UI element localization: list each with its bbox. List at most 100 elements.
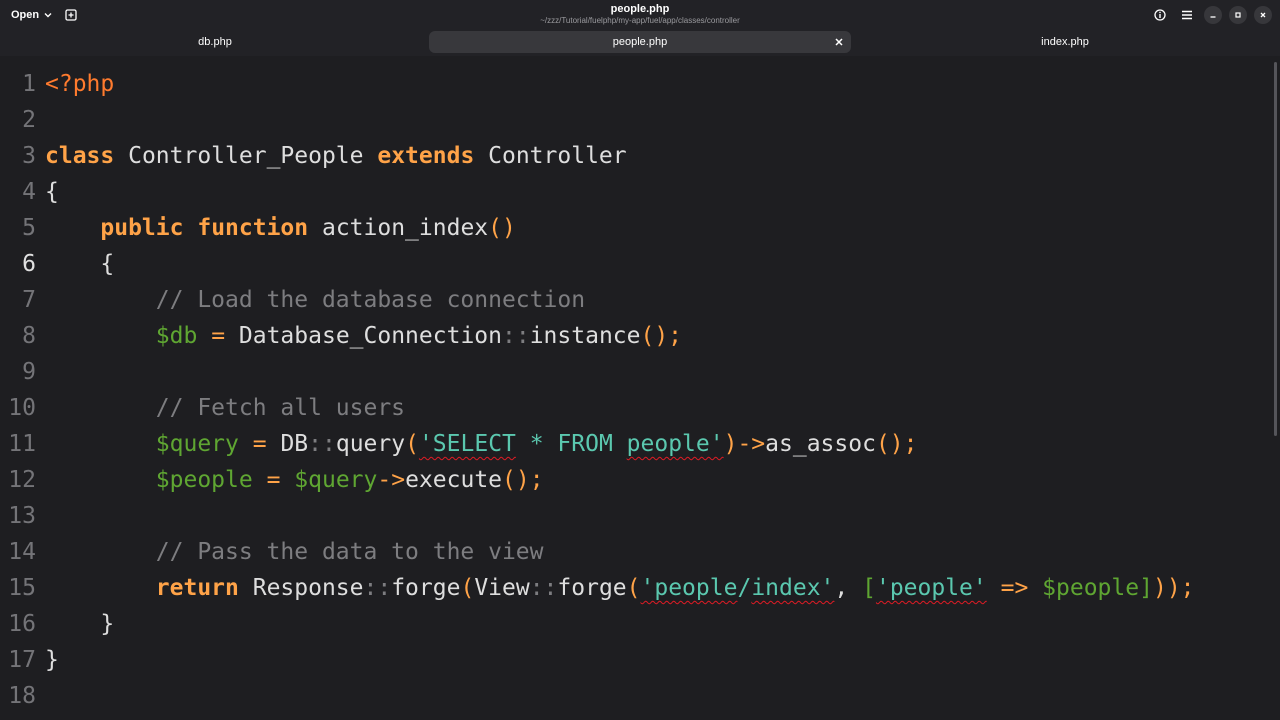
code-token: (); — [875, 431, 918, 457]
tab-db-php[interactable]: db.php — [4, 31, 426, 53]
line-number: 1 — [22, 71, 36, 97]
line-number: 4 — [22, 179, 36, 205]
hamburger-menu-icon — [1182, 10, 1192, 20]
code-text: return Response::forge(View::forge('peop… — [45, 570, 1195, 606]
code-line[interactable]: 5 public function action_index() — [0, 210, 1270, 246]
code-line[interactable]: 14 // Pass the data to the view — [0, 534, 1270, 570]
main-menu-button[interactable] — [1177, 5, 1197, 25]
code-line[interactable]: 1 <?php — [0, 66, 1270, 102]
tab-people-php[interactable]: people.php — [429, 31, 851, 53]
code-line[interactable]: 8 $db = Database_Connection::instance(); — [0, 318, 1270, 354]
info-icon — [1154, 9, 1166, 21]
code-token: index' — [751, 575, 835, 601]
code-line[interactable]: 12 $people = $query->execute(); — [0, 462, 1270, 498]
close-icon — [835, 38, 843, 46]
tab-close-button[interactable] — [833, 36, 845, 48]
line-number: 17 — [8, 647, 36, 673]
code-token: :: — [529, 575, 558, 601]
code-line[interactable]: 4{ — [0, 174, 1270, 210]
code-token: // Pass the data to the view — [155, 539, 544, 565]
code-line[interactable]: 11 $query = DB::query('SELECT * FROM peo… — [0, 426, 1270, 462]
code-token: forge — [557, 575, 627, 601]
code-line[interactable]: 15 return Response::forge(View::forge('p… — [0, 570, 1270, 606]
document-info-button[interactable] — [1150, 5, 1170, 25]
code-token: ] — [1139, 575, 1153, 601]
code-token: 'SELECT — [418, 431, 516, 457]
code-token: query — [335, 431, 406, 457]
code-text: // Load the database connection — [45, 282, 585, 318]
new-tab-icon — [65, 9, 77, 21]
line-number: 14 — [8, 539, 36, 565]
tab-index-php[interactable]: index.php — [854, 31, 1276, 53]
code-line[interactable]: 2 — [0, 102, 1270, 138]
close-window-button[interactable] — [1254, 6, 1272, 24]
maximize-button[interactable] — [1229, 6, 1247, 24]
window-title: people.php — [610, 3, 670, 15]
code-token: ( — [626, 575, 641, 601]
code-line[interactable]: 7 // Load the database connection — [0, 282, 1270, 318]
line-number: 6 — [22, 251, 36, 277]
code-token: 'people' — [875, 575, 987, 601]
open-button[interactable]: Open — [6, 5, 58, 25]
code-token: ( — [460, 575, 475, 601]
code-token: Database_Connection — [225, 323, 502, 349]
code-token: [ — [862, 575, 876, 601]
code-token: class — [45, 143, 115, 169]
line-number: 18 — [8, 683, 36, 709]
maximize-icon — [1235, 12, 1241, 18]
code-token: )-> — [723, 431, 766, 457]
code-token: DB — [266, 431, 309, 457]
code-token: people' — [626, 431, 724, 457]
code-token: (); — [502, 467, 544, 493]
tab-label: db.php — [198, 36, 232, 48]
code-line[interactable]: 16 } — [0, 606, 1270, 642]
minimize-button[interactable] — [1204, 6, 1222, 24]
line-number: 10 — [8, 395, 36, 421]
code-line[interactable]: 3 class Controller_People extends Control… — [0, 138, 1270, 174]
code-token: = — [252, 431, 267, 457]
line-number: 5 — [22, 215, 36, 241]
window-subtitle: ~/zzz/Tutorial/fuelphp/my-app/fuel/app/c… — [540, 16, 740, 25]
new-tab-button[interactable] — [62, 6, 80, 24]
tab-label: index.php — [1041, 36, 1089, 48]
code-line[interactable]: 13 — [0, 498, 1270, 534]
code-line[interactable]: 6 { — [0, 246, 1270, 282]
code-text: { — [45, 174, 59, 210]
header-actions — [1150, 5, 1272, 25]
code-token: <?php — [45, 71, 115, 97]
line-number: 2 — [22, 107, 36, 133]
vertical-scrollbar[interactable] — [1274, 62, 1277, 436]
line-number: 13 — [8, 503, 36, 529]
code-token: Response — [238, 575, 364, 601]
code-token: $people — [1042, 575, 1140, 601]
open-button-label: Open — [11, 9, 40, 21]
code-token: $db — [155, 323, 198, 349]
line-number: 12 — [8, 467, 36, 493]
code-text: class Controller_People extends Controll… — [45, 138, 627, 174]
window-title-area: people.php ~/zzz/Tutorial/fuelphp/my-app… — [340, 3, 940, 26]
code-token: $people — [155, 467, 253, 493]
code-token: 'people — [640, 575, 738, 601]
code-line[interactable]: 17} — [0, 642, 1270, 678]
code-line[interactable]: 18 — [0, 678, 1270, 714]
code-token: } — [45, 611, 115, 637]
code-line[interactable]: 10 // Fetch all users — [0, 390, 1270, 426]
code-token: execute — [405, 467, 503, 493]
code-text: // Fetch all users — [45, 390, 405, 426]
line-number: 15 — [8, 575, 36, 601]
code-editor[interactable]: 1 <?php 2 3 class Controller_People extends … — [0, 56, 1280, 720]
code-token: { — [45, 179, 59, 205]
line-number: 16 — [8, 611, 36, 637]
code-line[interactable]: 9 — [0, 354, 1270, 390]
